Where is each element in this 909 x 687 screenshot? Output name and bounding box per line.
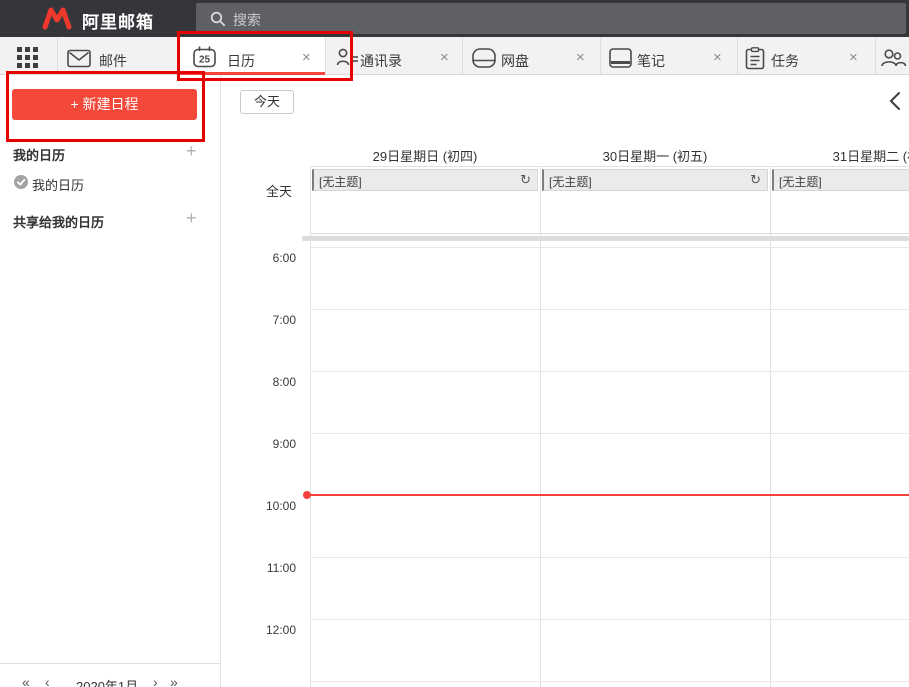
allday-event-chip[interactable]: [无主题] ↻ (312, 169, 538, 191)
column-border (540, 166, 541, 687)
hour-line (310, 371, 909, 372)
allday-bottom-border (310, 233, 909, 234)
sidebar-item-my-calendar[interactable]: 我的日历 (0, 173, 220, 195)
column-border (770, 166, 771, 687)
hour-label: 6:00 (272, 251, 296, 265)
hour-line (310, 247, 909, 248)
horizontal-scrollbar[interactable] (302, 236, 909, 241)
calendar-checked-icon[interactable] (14, 175, 28, 189)
tab-divider (600, 38, 601, 74)
hour-label: 8:00 (272, 375, 296, 389)
tab-divider (737, 38, 738, 74)
add-calendar-icon[interactable]: + (186, 141, 197, 162)
hour-label: 7:00 (272, 313, 296, 327)
people-overflow-icon[interactable] (880, 48, 907, 68)
close-icon[interactable]: × (440, 49, 449, 66)
tab-tasks[interactable]: 任务 (771, 51, 799, 71)
hour-label: 10:00 (265, 499, 296, 513)
hour-label: 9:00 (272, 437, 296, 451)
hour-line (310, 681, 909, 682)
next-month-icon[interactable]: › (153, 674, 158, 687)
tab-divider (875, 38, 876, 74)
minical-month-label: 2020年1月 (76, 679, 139, 687)
search-input[interactable]: 搜索 (196, 3, 906, 34)
allday-event-chip[interactable]: [无主题] ↻ (772, 169, 909, 191)
sidebar-divider (220, 75, 221, 687)
current-time-line (310, 494, 909, 496)
shared-calendars-header: 共享给我的日历 (13, 215, 105, 230)
hour-line (310, 433, 909, 434)
day-header-sun: 29日星期日 (初四) (372, 149, 478, 164)
tab-divider (57, 38, 58, 74)
current-time-dot (303, 491, 311, 499)
mail-envelope-icon (67, 49, 91, 68)
all-day-label: 全天 (266, 184, 293, 199)
my-calendar-label: 我的日历 (32, 178, 85, 193)
netdisk-drive-icon (472, 48, 496, 68)
prev-month-icon[interactable]: ‹ (45, 674, 50, 687)
today-button[interactable]: 今天 (240, 90, 294, 114)
hour-line (310, 557, 909, 558)
tab-mail[interactable]: 邮件 (99, 51, 127, 71)
search-placeholder: 搜索 (233, 12, 261, 28)
day-header-mon: 30日星期一 (初五) (602, 149, 708, 164)
brand-title: 阿里邮箱 (82, 13, 154, 32)
add-shared-calendar-icon[interactable]: + (186, 208, 197, 229)
close-icon[interactable]: × (576, 49, 585, 66)
hour-label: 12:00 (265, 623, 296, 637)
close-icon[interactable]: × (713, 49, 722, 66)
alimail-calendar-window: 阿里邮箱 搜索 邮件 25 日历 × 通讯录 × 网盘 × 笔记 × 任务 × … (0, 0, 909, 687)
tab-netdisk[interactable]: 网盘 (501, 51, 529, 71)
tab-divider (462, 38, 463, 74)
hour-label: 11:00 (266, 561, 296, 575)
apps-grid-icon[interactable] (17, 47, 38, 68)
tab-notes[interactable]: 笔记 (637, 51, 665, 71)
chevron-left-icon[interactable] (888, 91, 902, 111)
event-title: [无主题] (319, 175, 362, 189)
allday-top-border (310, 166, 909, 167)
tab-contacts[interactable]: 通讯录 (360, 51, 402, 71)
search-icon (210, 11, 226, 27)
repeat-icon: ↻ (750, 172, 761, 187)
close-icon[interactable]: × (849, 49, 858, 66)
day-header-tue: 31日星期二 (初六) (832, 149, 909, 164)
allday-event-chip[interactable]: [无主题] ↻ (542, 169, 768, 191)
repeat-icon: ↻ (520, 172, 531, 187)
sidebar-footer-divider (0, 663, 220, 664)
column-border (310, 166, 311, 687)
hour-line (310, 309, 909, 310)
next-year-icon[interactable]: » (170, 674, 178, 687)
prev-year-icon[interactable]: « (22, 674, 30, 687)
event-title: [无主题] (779, 175, 822, 189)
my-calendars-header: 我的日历 (13, 148, 66, 163)
tasks-clipboard-icon (745, 47, 765, 70)
hour-line (310, 619, 909, 620)
annotation-box-new-event-button (6, 71, 205, 142)
notes-icon (609, 48, 632, 68)
event-title: [无主题] (549, 175, 592, 189)
alimail-logo-icon (42, 7, 72, 30)
